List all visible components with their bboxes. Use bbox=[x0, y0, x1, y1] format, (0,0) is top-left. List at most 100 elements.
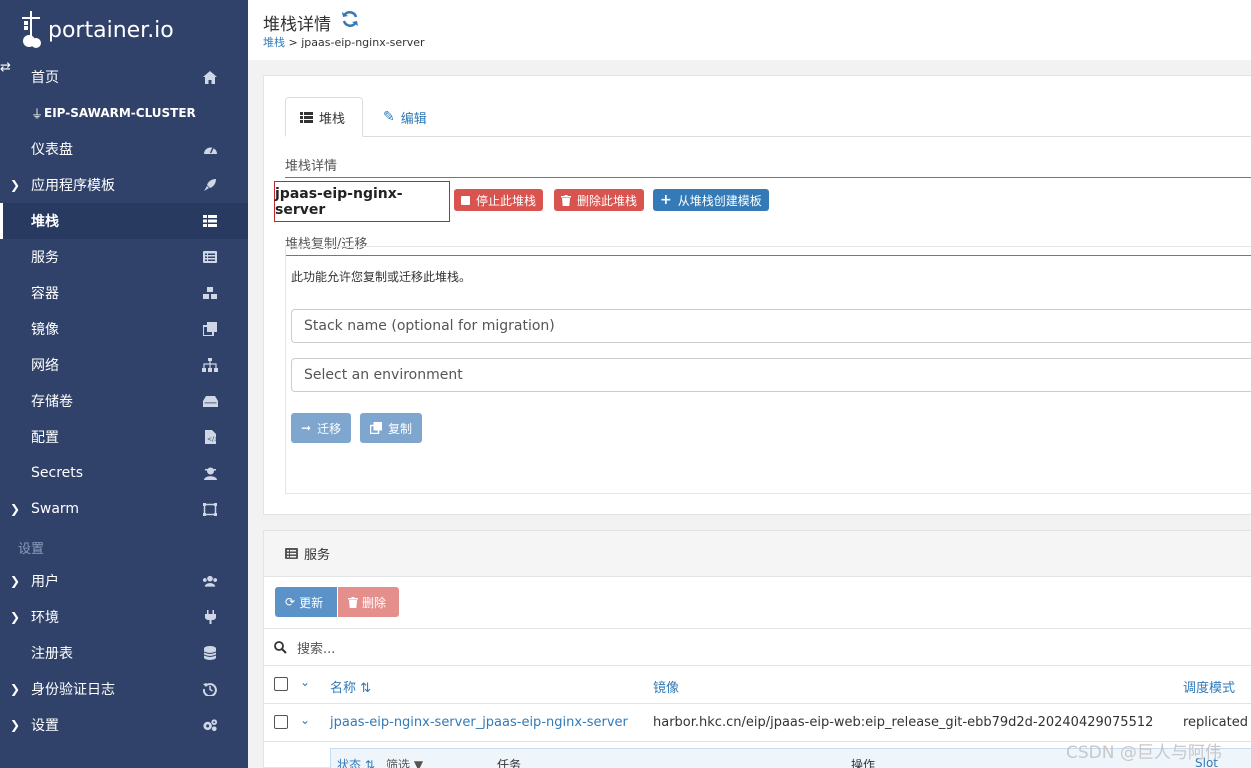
sidebar-item-label: 注册表 bbox=[31, 646, 73, 662]
sidebar-item-secrets[interactable]: Secrets bbox=[0, 455, 248, 491]
plug-icon: ⏚ bbox=[31, 106, 44, 121]
th-list-icon bbox=[202, 213, 218, 229]
delete-stack-label: 删除此堆栈 bbox=[577, 193, 638, 208]
expand-all-chevron-icon[interactable]: ⌄ bbox=[300, 675, 310, 689]
stop-stack-label: 停止此堆栈 bbox=[476, 193, 537, 208]
sidebar-item-containers[interactable]: 容器 bbox=[0, 275, 248, 311]
sidebar-item-settings[interactable]: ❯ 设置 bbox=[0, 707, 248, 743]
list-alt-icon bbox=[285, 548, 298, 559]
create-template-button[interactable]: + 从堆栈创建模板 bbox=[653, 189, 769, 211]
service-mode: replicated bbox=[1183, 715, 1248, 730]
tab-stack[interactable]: 堆栈 bbox=[285, 97, 363, 137]
stop-stack-button[interactable]: 停止此堆栈 bbox=[454, 189, 544, 211]
sidebar-item-templates[interactable]: ❯ 应用程序模板 bbox=[0, 167, 248, 203]
column-image-header[interactable]: 镜像 bbox=[653, 677, 679, 696]
sidebar-item-label: EIP-SAWARM-CLUSTER bbox=[44, 106, 196, 120]
sidebar-item-label: 首页 bbox=[31, 70, 59, 86]
sidebar-item-label: 仪表盘 bbox=[31, 142, 73, 158]
migrate-button[interactable]: ➞ 迁移 bbox=[291, 413, 352, 443]
sidebar-item-users[interactable]: ❯ 用户 bbox=[0, 563, 248, 599]
sidebar-item-label: Secrets bbox=[31, 465, 84, 481]
plus-icon: + bbox=[660, 192, 672, 208]
sidebar-item-auth-logs[interactable]: ❯ 身份验证日志 bbox=[0, 671, 248, 707]
environment-select[interactable]: Select an environment bbox=[291, 358, 1251, 392]
column-mode-header[interactable]: 调度模式 bbox=[1183, 677, 1235, 696]
services-table-header: ⌄ 名称 ⇅ 镜像 调度模式 bbox=[264, 666, 1251, 704]
copy-button[interactable]: 复制 bbox=[360, 413, 423, 443]
stack-tabs: 堆栈 ✎ 编辑 bbox=[285, 97, 1251, 137]
sidebar-item-home[interactable]: 首页 bbox=[0, 59, 248, 95]
sidebar-item-cluster[interactable]: ⏚ EIP-SAWARM-CLUSTER bbox=[0, 95, 248, 131]
cogs-icon bbox=[202, 717, 218, 733]
sidebar-item-environments[interactable]: ❯ 环境 bbox=[0, 599, 248, 635]
sidebar-item-images[interactable]: 镜像 bbox=[0, 311, 248, 347]
filter-icon: ▼ bbox=[413, 758, 424, 768]
table-row: ⌄ jpaas-eip-nginx-server_jpaas-eip-nginx… bbox=[264, 704, 1251, 742]
sidebar-item-services[interactable]: 服务 bbox=[0, 239, 248, 275]
chevron-right-icon: ❯ bbox=[10, 574, 21, 588]
service-name-link[interactable]: jpaas-eip-nginx-server_jpaas-eip-nginx-s… bbox=[330, 715, 628, 730]
clone-icon bbox=[202, 321, 218, 337]
row-checkbox[interactable] bbox=[274, 715, 288, 729]
stack-panel: 堆栈 ✎ 编辑 堆栈详情 jpaas-eip-nginx-server 停止此堆… bbox=[263, 75, 1251, 515]
rocket-icon bbox=[202, 177, 218, 193]
portainer-logo: portainer.io bbox=[20, 11, 174, 49]
task-filter-header[interactable]: 筛选 ▼ bbox=[386, 756, 423, 768]
select-all-checkbox[interactable] bbox=[274, 677, 288, 691]
delete-stack-button[interactable]: 删除此堆栈 bbox=[554, 189, 645, 211]
stack-details-heading: 堆栈详情 bbox=[285, 155, 1251, 178]
copy-label: 复制 bbox=[388, 421, 413, 436]
breadcrumb-stacks-link[interactable]: 堆栈 bbox=[263, 36, 285, 49]
users-icon bbox=[202, 573, 218, 589]
update-services-button[interactable]: ⟳ 更新 bbox=[275, 587, 337, 617]
tab-edit-label: 编辑 bbox=[400, 111, 427, 127]
breadcrumb: 堆栈 > jpaas-eip-nginx-server bbox=[263, 34, 425, 50]
trash-icon bbox=[348, 596, 358, 608]
search-input[interactable]: 搜索... bbox=[297, 638, 335, 657]
delete-services-button[interactable]: 删除 bbox=[338, 587, 399, 617]
refresh-icon[interactable] bbox=[341, 10, 359, 28]
list-alt-icon bbox=[202, 249, 218, 265]
sidebar-item-stacks[interactable]: 堆栈 bbox=[0, 203, 248, 239]
file-code-icon: </> bbox=[202, 429, 218, 445]
history-icon bbox=[202, 681, 218, 697]
migrate-label: 迁移 bbox=[317, 421, 342, 436]
stack-name-input[interactable]: Stack name (optional for migration) bbox=[291, 309, 1251, 343]
task-status-header[interactable]: 状态 ⇅ bbox=[337, 756, 375, 768]
sidebar-item-label: 镜像 bbox=[31, 322, 59, 338]
expand-chevron-icon[interactable]: ⌄ bbox=[300, 713, 310, 727]
sitemap-icon bbox=[202, 357, 218, 373]
task-actions-header: 操作 bbox=[851, 758, 876, 768]
sidebar-item-label: 身份验证日志 bbox=[31, 682, 115, 698]
sidebar-item-label: 配置 bbox=[31, 430, 59, 446]
task-header: 任务 bbox=[497, 758, 522, 768]
tab-edit[interactable]: ✎ 编辑 bbox=[369, 97, 441, 137]
plug-icon bbox=[202, 609, 218, 625]
hdd-icon bbox=[202, 393, 218, 409]
chevron-right-icon: ❯ bbox=[10, 682, 21, 696]
user-secret-icon bbox=[202, 465, 218, 481]
breadcrumb-separator: > bbox=[285, 36, 302, 49]
sidebar-item-volumes[interactable]: 存储卷 bbox=[0, 383, 248, 419]
chevron-right-icon: ❯ bbox=[10, 502, 21, 516]
column-name-header[interactable]: 名称 ⇅ bbox=[330, 677, 371, 696]
sidebar: portainer.io ⇄ 首页 ⏚ EIP-SAWARM-CLUSTER 仪… bbox=[0, 0, 248, 768]
brand[interactable]: portainer.io bbox=[0, 0, 248, 60]
search-icon bbox=[274, 640, 287, 654]
sidebar-item-registries[interactable]: 注册表 bbox=[0, 635, 248, 671]
tab-stack-label: 堆栈 bbox=[319, 111, 346, 127]
sidebar-item-swarm[interactable]: ❯ Swarm bbox=[0, 491, 248, 527]
services-search[interactable]: 搜索... bbox=[264, 628, 1251, 666]
pencil-icon: ✎ bbox=[383, 109, 395, 125]
trash-icon bbox=[561, 194, 571, 206]
settings-section-label: 设置 bbox=[18, 542, 45, 557]
delete-label: 删除 bbox=[362, 595, 387, 610]
sidebar-item-networks[interactable]: 网络 bbox=[0, 347, 248, 383]
database-icon bbox=[202, 645, 218, 661]
arrow-right-icon: ➞ bbox=[301, 421, 312, 435]
sidebar-item-label: 网络 bbox=[31, 358, 59, 374]
sidebar-item-configs[interactable]: 配置 </> bbox=[0, 419, 248, 455]
sidebar-item-label: 环境 bbox=[31, 610, 59, 626]
sidebar-item-dashboard[interactable]: 仪表盘 bbox=[0, 131, 248, 167]
clone-icon bbox=[370, 422, 382, 434]
